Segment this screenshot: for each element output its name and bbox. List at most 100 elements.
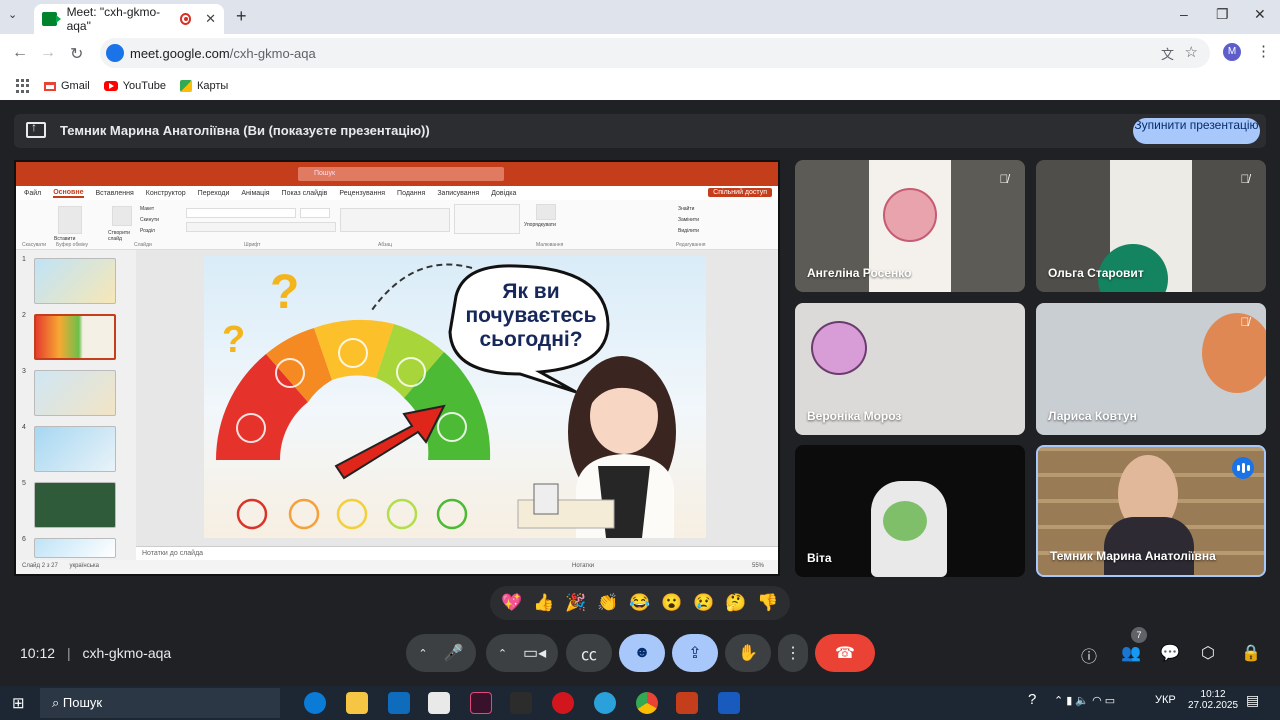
ppt-menu-design[interactable]: Конструктор <box>146 190 186 197</box>
info-icon[interactable]: ⓘ <box>1081 643 1097 667</box>
participant-tile[interactable]: Вероніка Мороз <box>795 303 1025 435</box>
bookmark-youtube[interactable]: YouTube <box>103 80 166 92</box>
chevron-up-icon[interactable]: ⌃ <box>498 647 507 660</box>
chrome-icon[interactable] <box>636 692 658 714</box>
reaction-surprised[interactable]: 😮 <box>661 593 682 613</box>
help-icon[interactable]: ? <box>1028 691 1036 708</box>
replace-label[interactable]: Замінити <box>678 217 699 223</box>
reload-icon[interactable]: ↻ <box>70 44 83 64</box>
ppt-menu-review[interactable]: Рецензування <box>339 190 385 197</box>
telegram-icon[interactable] <box>594 692 616 714</box>
bookmark-maps[interactable]: Карты <box>179 80 228 92</box>
activities-icon[interactable]: ⬡ <box>1201 643 1215 663</box>
file-explorer-icon[interactable] <box>346 692 368 714</box>
site-info-icon[interactable] <box>106 44 124 62</box>
slide-thumb-3[interactable] <box>34 370 116 416</box>
tab-search-icon[interactable]: ⌄ <box>8 8 17 21</box>
minimize-button[interactable]: – <box>1180 6 1188 22</box>
ppt-menu-help[interactable]: Довідка <box>491 190 516 197</box>
new-slide-icon[interactable] <box>112 206 132 226</box>
reaction-laugh[interactable]: 😂 <box>629 593 650 613</box>
ppt-menu-home[interactable]: Основне <box>53 189 84 198</box>
browser-menu-icon[interactable]: ⋮ <box>1256 42 1271 60</box>
address-bar[interactable]: meet.google.com/cxh-gkmo-aqa 文 ☆ <box>100 38 1210 68</box>
reaction-thinking[interactable]: 🤔 <box>725 593 746 613</box>
slide-thumb-4[interactable] <box>34 426 116 472</box>
more-options-button[interactable]: ⋮ <box>778 634 808 672</box>
tab-close-icon[interactable]: ✕ <box>205 11 216 27</box>
powerpoint-icon[interactable] <box>676 692 698 714</box>
profile-avatar[interactable]: M <box>1223 43 1241 61</box>
people-icon[interactable]: 👥 <box>1121 643 1141 663</box>
translate-icon[interactable]: 文 <box>1161 44 1174 63</box>
slide-thumb-1[interactable] <box>34 258 116 304</box>
windows-start-icon[interactable]: ⊞ <box>12 694 25 712</box>
status-notes[interactable]: Нотатки <box>572 563 594 569</box>
ppt-menu-transitions[interactable]: Переходи <box>198 190 230 197</box>
outlook-icon[interactable] <box>388 692 410 714</box>
present-button[interactable]: ⇪ <box>672 634 718 672</box>
ppt-menu-record[interactable]: Записування <box>437 190 479 197</box>
tab-meet[interactable]: Meet: "cxh-gkmo-aqa" ✕ <box>34 4 224 34</box>
host-controls-icon[interactable]: 🔒 <box>1241 643 1261 663</box>
mic-button[interactable]: ⌃ 🎤 <box>406 634 476 672</box>
find-label[interactable]: Знайти <box>678 206 694 212</box>
select-label[interactable]: Виділити <box>678 228 699 234</box>
participant-tile[interactable]: Віта <box>795 445 1025 577</box>
slide-thumb-2[interactable] <box>34 314 116 360</box>
camera-button[interactable]: ⌃ ▭◂ <box>486 634 558 672</box>
font-name-select[interactable] <box>186 208 296 218</box>
clock[interactable]: 10:12 27.02.2025 <box>1188 689 1238 711</box>
new-tab-button[interactable]: + <box>236 6 247 27</box>
reaction-thumbsup[interactable]: 👍 <box>533 593 554 613</box>
paragraph-tools[interactable] <box>340 208 450 232</box>
edge-icon[interactable] <box>304 692 326 714</box>
reset-label[interactable]: Скинути <box>140 217 159 223</box>
chevron-up-icon[interactable]: ⌃ <box>418 647 427 660</box>
app-icon[interactable] <box>470 692 492 714</box>
participant-tile[interactable]: 🎙̸ Лариса Ковтун <box>1036 303 1266 435</box>
ppt-menu-animations[interactable]: Анімація <box>241 190 269 197</box>
forward-icon[interactable]: → <box>40 44 56 62</box>
tray-icons[interactable]: ⌃ ▮ 🔈 ◠ ▭ <box>1054 694 1115 707</box>
font-format-row[interactable] <box>186 222 336 232</box>
stop-presenting-button[interactable]: Зупинити презентацію <box>1133 118 1260 144</box>
ppt-menu-insert[interactable]: Вставлення <box>96 190 134 197</box>
layout-label[interactable]: Макет <box>140 206 154 212</box>
keyboard-language[interactable]: УКР <box>1155 694 1176 706</box>
chat-icon[interactable]: 💬 <box>1160 643 1180 663</box>
paste-icon[interactable] <box>58 206 82 234</box>
reaction-clap[interactable]: 👏 <box>597 593 618 613</box>
reaction-heart[interactable]: 💖 <box>501 593 522 613</box>
leave-call-button[interactable]: ☎ <box>815 634 875 672</box>
participant-tile[interactable]: 🎙̸ Ангеліна Росенко <box>795 160 1025 292</box>
ppt-share-button[interactable]: Спільний доступ <box>708 188 772 197</box>
arrange-icon[interactable] <box>536 204 556 220</box>
shapes-gallery[interactable] <box>454 204 520 234</box>
opera-icon[interactable] <box>552 692 574 714</box>
maximize-button[interactable]: ❐ <box>1216 6 1229 23</box>
ppt-menu-slideshow[interactable]: Показ слайдів <box>282 190 328 197</box>
slide-thumb-6[interactable] <box>34 538 116 558</box>
back-icon[interactable]: ← <box>12 44 28 62</box>
ppt-menu-file[interactable]: Файл <box>24 190 41 197</box>
word-icon[interactable] <box>718 692 740 714</box>
ppt-menu-view[interactable]: Подання <box>397 190 425 197</box>
bookmark-gmail[interactable]: Gmail <box>44 80 90 92</box>
section-label[interactable]: Розділ <box>140 228 155 234</box>
emoji-button[interactable]: ☻ <box>619 634 665 672</box>
taskbar-search[interactable]: ⌕ Пошук <box>40 688 280 718</box>
ppt-search[interactable]: Пошук <box>298 167 504 181</box>
reaction-sad[interactable]: 😢 <box>693 593 714 613</box>
captions-button[interactable]: ㏄ <box>566 634 612 672</box>
participant-tile-self[interactable]: Темник Марина Анатоліївна <box>1036 445 1266 577</box>
raise-hand-button[interactable]: ✋ <box>725 634 771 672</box>
reaction-party[interactable]: 🎉 <box>565 593 586 613</box>
apps-grid-icon[interactable] <box>16 79 30 93</box>
font-size-select[interactable] <box>300 208 330 218</box>
close-window-button[interactable]: ✕ <box>1254 6 1266 23</box>
slide-thumb-5[interactable] <box>34 482 116 528</box>
calendar-icon[interactable] <box>510 692 532 714</box>
notifications-icon[interactable]: ▤ <box>1246 692 1259 709</box>
reaction-thumbsdown[interactable]: 👎 <box>757 593 778 613</box>
